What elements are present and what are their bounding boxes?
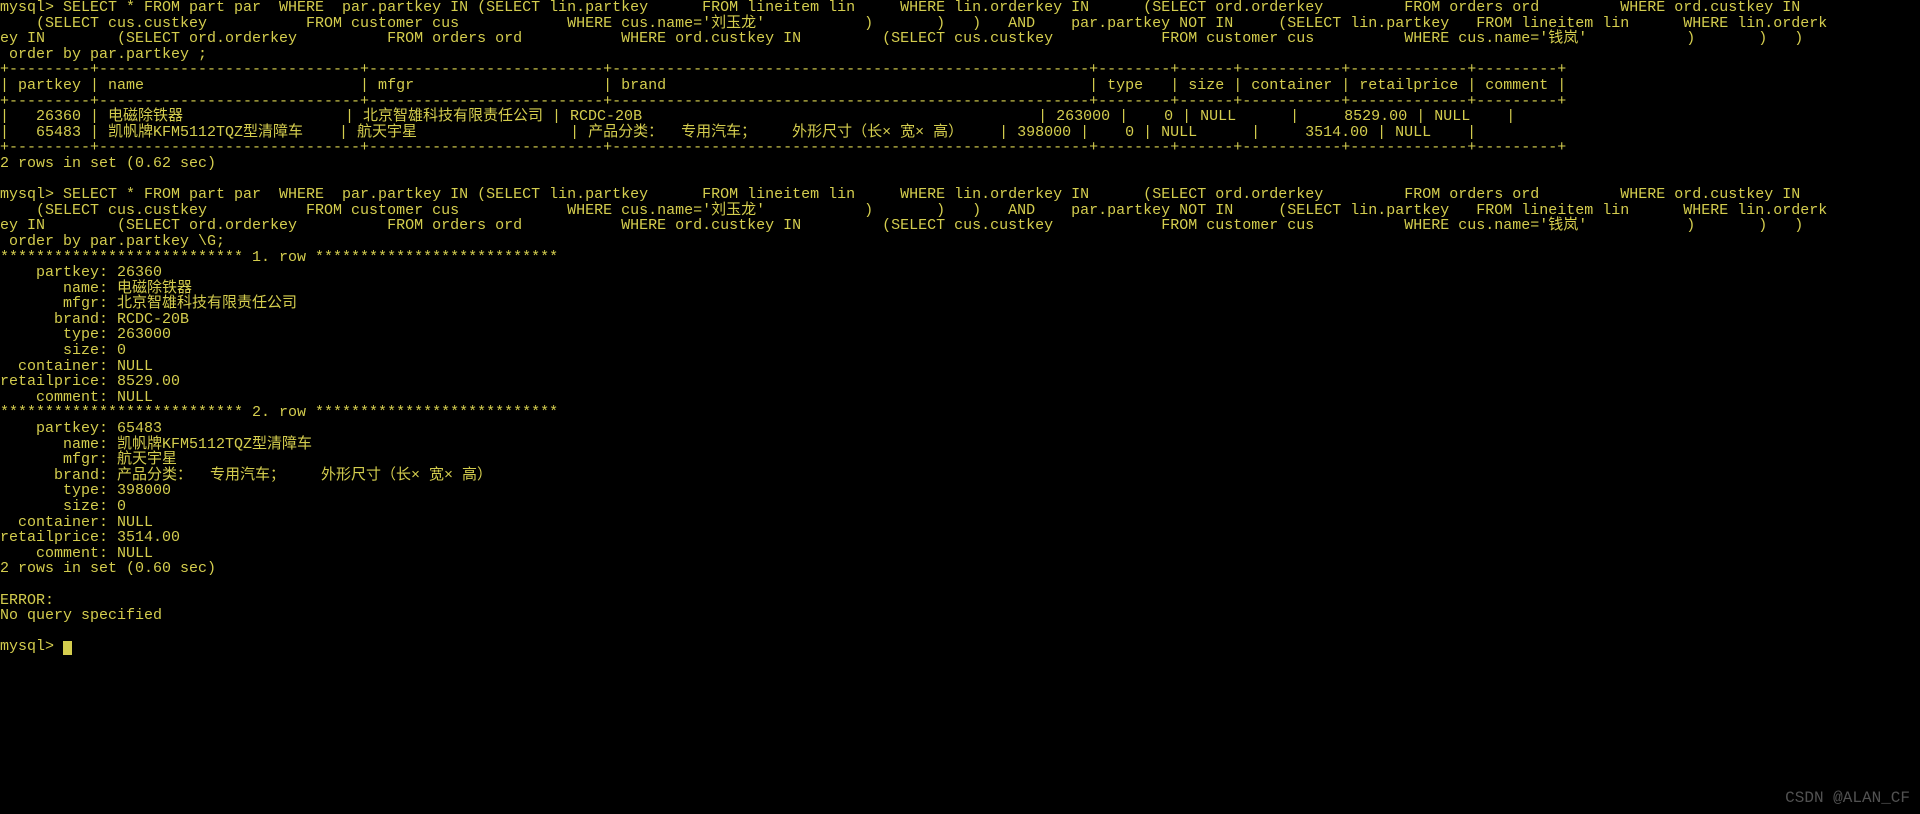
terminal-output: mysql> SELECT * FROM part par WHERE par.… xyxy=(0,0,1920,655)
watermark: CSDN @ALAN_CF xyxy=(1785,790,1910,806)
cursor xyxy=(63,641,72,655)
